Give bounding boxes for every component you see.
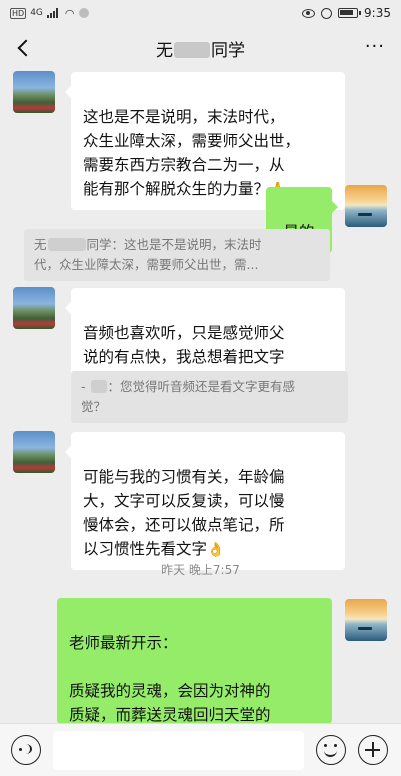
redacted-name [174,42,210,58]
battery-icon [338,8,362,18]
quote-prefix: - [81,379,86,394]
teacher-avatar[interactable] [345,599,387,641]
student-avatar[interactable] [13,431,55,473]
quoted-reply[interactable]: 无 同学：这也是不是说明，末法时 代，众生业障太深，需要师父出世，需... [24,229,330,281]
chat-title: 无 同学 [0,36,401,61]
more-options-icon[interactable]: ··· [365,38,385,56]
message-input[interactable] [53,731,304,770]
message-bubble[interactable]: 可能与我的习惯有关，年龄偏 大，文字可以反复读，可以慢 慢体会，还可以做点笔记，… [65,432,345,570]
signal-icon [46,8,61,18]
chat-header: 无 同学 ··· [0,26,401,70]
message-text: 这也是不是说明，末法时代， 众生业障太深，需要师父出世， 需要东西方宗教合二为一… [83,108,301,198]
plus-icon[interactable] [358,735,388,765]
redacted-name [90,380,107,393]
student-avatar[interactable] [13,287,55,329]
status-right: 9:35 [302,4,391,22]
message-bubble[interactable]: 老师最新开示： 质疑我的灵魂，会因为对神的 质疑，而葬送灵魂回归天堂的 道路，这… [57,598,332,724]
eye-icon [302,8,316,18]
message-text: 老师最新开示： 质疑我的灵魂，会因为对神的 质疑，而葬送灵魂回归天堂的 道路，这… [69,634,271,724]
title-suffix: 同学 [211,41,245,61]
quote-line-1: - ：您觉得听音频还是看文字更有感 [81,377,338,397]
teacher-avatar[interactable] [345,185,387,227]
notification-dot-icon [78,8,89,18]
quote-text-2: 代，众生业障太深，需要师父出世，需... [34,257,259,272]
title-prefix: 无 [156,41,173,61]
emoji-icon[interactable] [316,735,346,765]
message-text: 可能与我的习惯有关，年龄偏 大，文字可以反复读，可以慢 慢体会，还可以做点笔记，… [83,468,285,558]
timestamp: 昨天 晚上7:57 [161,563,240,577]
wifi-icon: ◠ [64,6,75,20]
network-type: 4G [30,8,43,18]
redacted-name [47,238,86,251]
quote-text-2: 觉？ [81,399,107,414]
status-time: 9:35 [364,6,391,20]
quote-prefix: 无 [34,237,47,252]
alarm-icon [321,7,333,19]
quote-text-1: 同学：这也是不是说明，末法时 [86,237,262,252]
voice-icon[interactable] [11,735,41,765]
student-avatar[interactable] [13,71,55,113]
status-bar: HD 4G ◠ 9:35 [0,0,401,26]
ok-hand-emoji: 👌 [207,542,225,558]
quote-text-1: ：您觉得听音频还是看文字更有感 [107,379,296,394]
status-left: HD 4G ◠ [10,4,89,22]
hd-badge: HD [10,7,27,19]
input-toolbar [0,723,401,776]
quote-line-1: 无 同学：这也是不是说明，末法时 [34,235,320,255]
quoted-reply[interactable]: - ：您觉得听音频还是看文字更有感 觉？ [71,371,348,423]
